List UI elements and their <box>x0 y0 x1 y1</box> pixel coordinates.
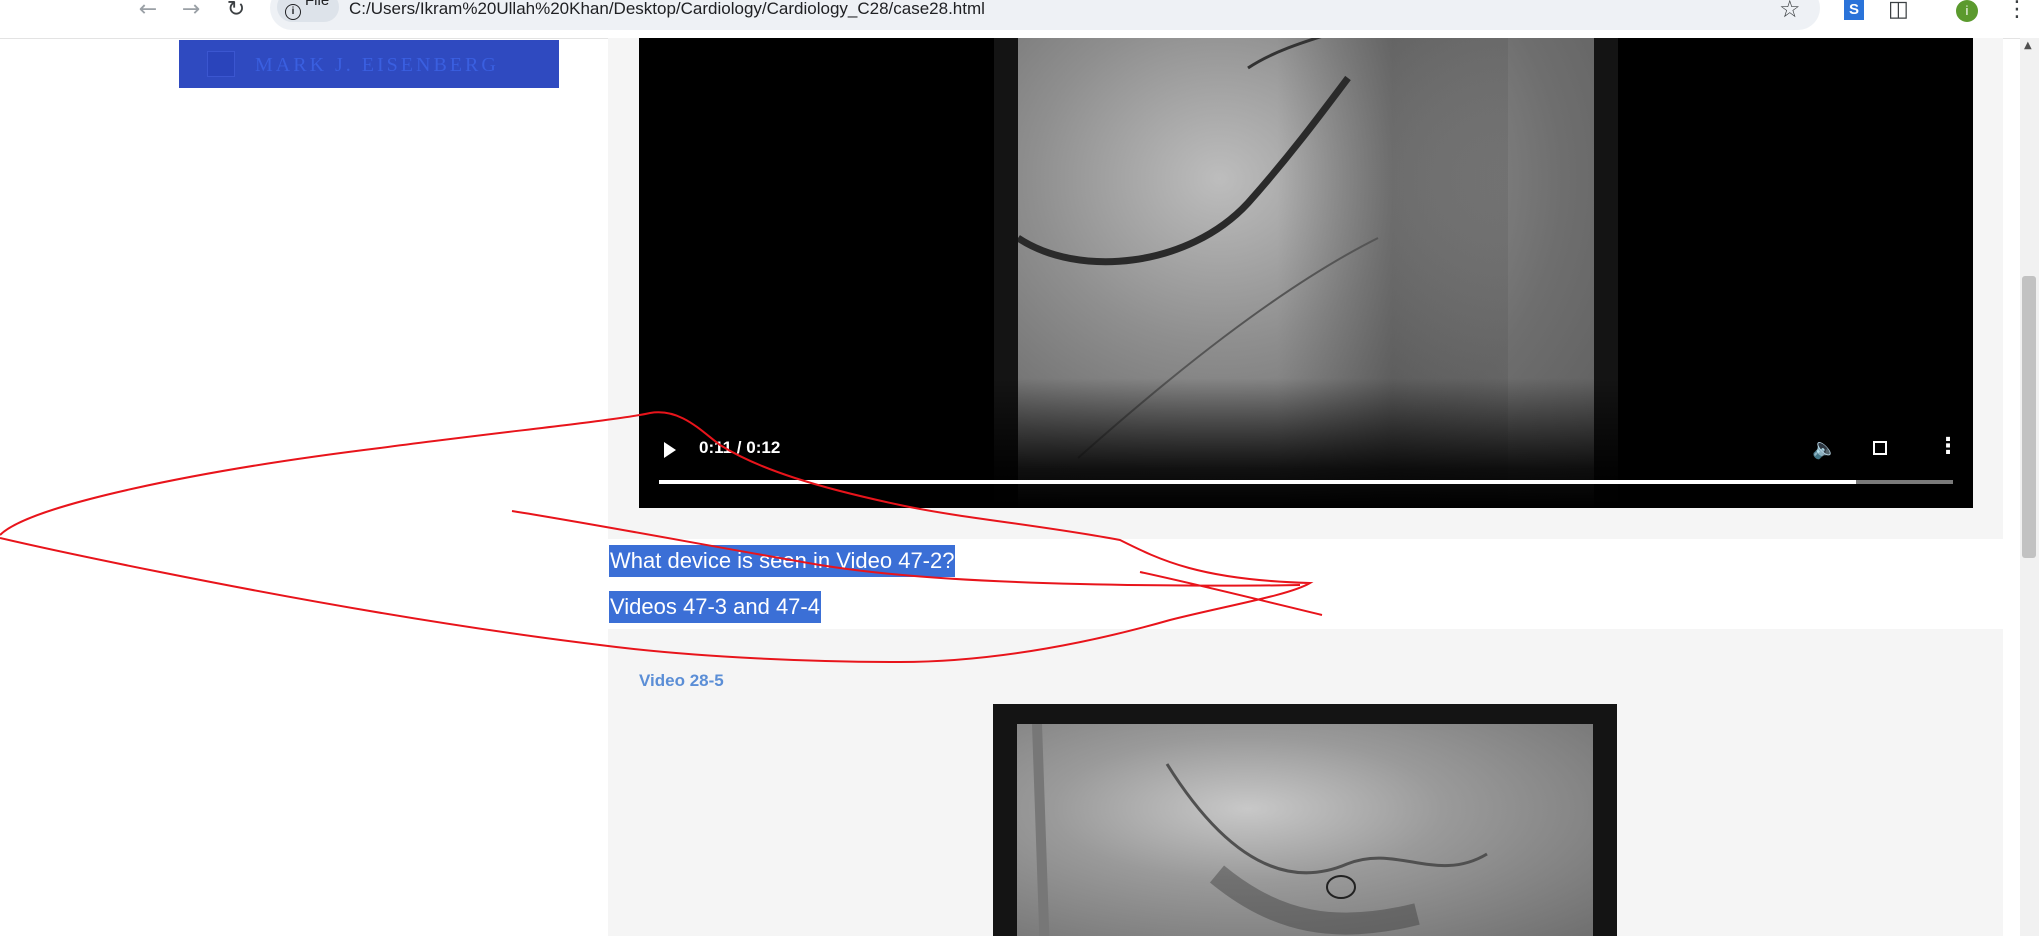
video-controls-overlay <box>639 378 1973 508</box>
video-progress-bar[interactable] <box>659 480 1953 484</box>
site-info-chip[interactable]: i File <box>277 0 339 22</box>
forward-arrow-icon[interactable]: → <box>175 0 207 22</box>
scroll-thumb[interactable] <box>2022 276 2036 558</box>
url-text[interactable]: C:/Users/Ikram%20Ullah%20Khan/Desktop/Ca… <box>349 0 985 19</box>
info-icon: i <box>285 4 301 20</box>
browser-menu-icon[interactable]: ⋮ <box>2006 0 2028 22</box>
extension-s-icon[interactable]: S <box>1844 0 1864 20</box>
back-arrow-icon[interactable]: ← <box>132 0 164 22</box>
video-player-2[interactable] <box>993 704 1617 936</box>
video-progress-fill <box>659 480 1856 484</box>
extensions-puzzle-icon[interactable]: ◫ <box>1888 0 1909 22</box>
bookmark-star-icon[interactable]: ☆ <box>1779 0 1801 23</box>
author-banner: MARK J. EISENBERG <box>179 40 559 88</box>
video-player-1[interactable]: 0:11 / 0:12 🔈 ⋮ <box>639 38 1973 508</box>
more-options-icon[interactable]: ⋮ <box>1937 434 1959 459</box>
video-time-display: 0:11 / 0:12 <box>699 438 781 457</box>
angiogram-image-2 <box>1017 724 1593 936</box>
reload-icon[interactable]: ↻ <box>220 0 252 22</box>
browser-toolbar: ← → ↻ i File C:/Users/Ikram%20Ullah%20Kh… <box>0 0 2039 39</box>
videos-heading: Videos 47-3 and 47-4 <box>609 591 821 623</box>
video-caption: Video 28-5 <box>639 671 724 690</box>
author-name: MARK J. EISENBERG <box>255 54 499 76</box>
book-logo-icon <box>207 51 235 77</box>
profile-avatar[interactable]: i <box>1956 0 1978 22</box>
fullscreen-icon[interactable] <box>1873 441 1887 455</box>
angiogram-2-graphic <box>1032 724 1488 936</box>
volume-icon[interactable]: 🔈 <box>1812 436 1837 460</box>
play-icon[interactable] <box>664 442 676 458</box>
question-text: What device is seen in Video 47-2? <box>609 545 956 577</box>
scroll-up-arrow-icon[interactable]: ▲ <box>2024 40 2032 51</box>
file-label: File <box>305 0 330 9</box>
